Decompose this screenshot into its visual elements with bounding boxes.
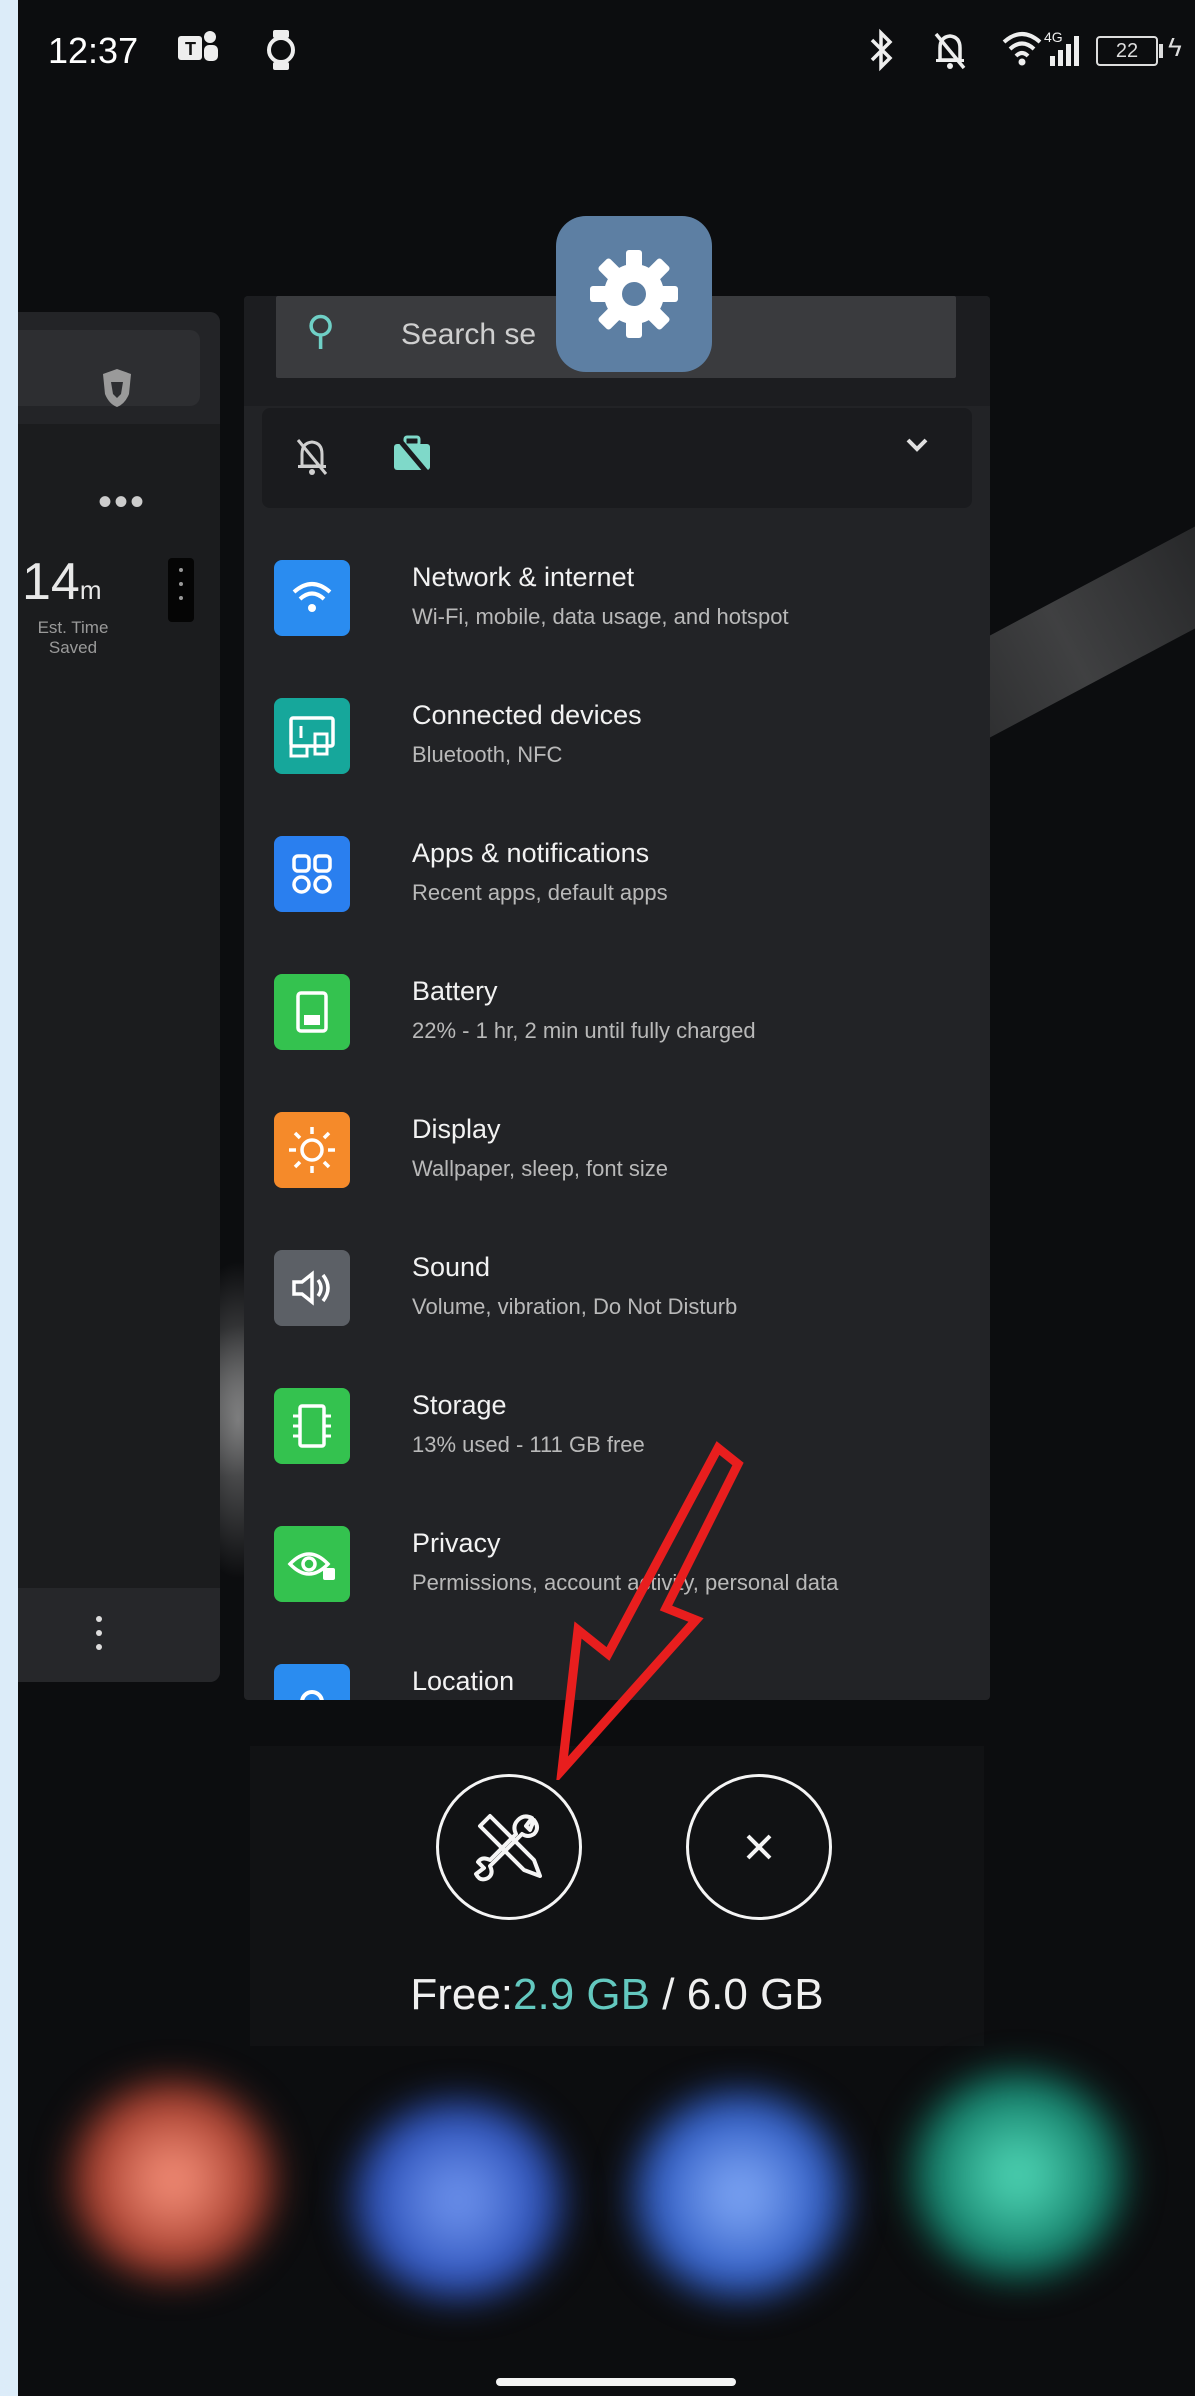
- status-clock: 12:37: [48, 30, 139, 71]
- dock-app-icon-blurred: [348, 2100, 568, 2300]
- settings-app-icon[interactable]: [556, 216, 712, 372]
- settings-item-connected-devices[interactable]: Connected devices Bluetooth, NFC: [244, 698, 990, 836]
- location-icon: [274, 1664, 350, 1700]
- recent-app-card-left[interactable]: ••• 14m Est. Time Saved: [18, 312, 220, 1682]
- battery-indicator: 22: [1096, 36, 1158, 66]
- bell-off-icon: [292, 434, 332, 488]
- speaker-icon: [274, 1250, 350, 1326]
- memory-label: Free:: [410, 1970, 514, 2019]
- work-profile-off-icon: [390, 432, 434, 486]
- dock-app-icon-blurred: [630, 2090, 850, 2300]
- chevron-down-icon[interactable]: [902, 430, 932, 469]
- item-title: Display: [412, 1114, 501, 1144]
- browser-top-bar: [18, 312, 220, 424]
- memory-separator: /: [650, 1970, 687, 2019]
- item-title: Location: [412, 1666, 515, 1696]
- item-subtitle: Wallpaper, sleep, font size: [412, 1156, 668, 1181]
- brightness-icon: [274, 1112, 350, 1188]
- settings-item-sound[interactable]: Sound Volume, vibration, Do Not Disturb: [244, 1250, 990, 1388]
- item-title: Privacy: [412, 1528, 501, 1558]
- item-subtitle: Volume, vibration, Do Not Disturb: [412, 1294, 738, 1319]
- battery-icon: [274, 974, 350, 1050]
- bluetooth-icon: [866, 28, 896, 81]
- more-vertical-icon: [168, 558, 194, 622]
- tools-icon: [474, 1814, 542, 1882]
- item-subtitle: 22% - 1 hr, 2 min until fully charged: [412, 1018, 756, 1043]
- dock-app-icon-blurred: [68, 2080, 278, 2280]
- item-title: Sound: [412, 1252, 491, 1282]
- item-subtitle: Recent apps, default apps: [412, 880, 668, 905]
- signal-4g-icon: 4G: [1044, 28, 1094, 81]
- svg-text:T: T: [185, 39, 196, 59]
- settings-item-display[interactable]: Display Wallpaper, sleep, font size: [244, 1112, 990, 1250]
- item-title: Battery: [412, 976, 498, 1006]
- home-gesture-bar[interactable]: [496, 2378, 736, 2386]
- annotation-arrow: [556, 1441, 744, 1780]
- watch-icon: [264, 28, 298, 81]
- item-subtitle: Wi-Fi, mobile, data usage, and hotspot: [412, 604, 789, 629]
- devices-icon: [274, 698, 350, 774]
- recents-screen: 12:37 T 4G 22 ϟ ••• 14m Est. Time Saved …: [18, 0, 1195, 2396]
- status-bar: 12:37 T 4G 22 ϟ: [18, 0, 1195, 105]
- time-saved-number: 14: [22, 553, 80, 611]
- browser-bottom-bar: [18, 1588, 220, 1682]
- conditions-bar[interactable]: [262, 408, 972, 508]
- wifi-status-icon: [1000, 28, 1044, 77]
- svg-text:4G: 4G: [1044, 29, 1063, 45]
- recents-control-panel: Free:2.9 GB / 6.0 GB: [250, 1746, 984, 2046]
- settings-item-apps[interactable]: Apps & notifications Recent apps, defaul…: [244, 836, 990, 974]
- overflow-menu-icon[interactable]: [94, 1616, 104, 1656]
- search-placeholder: Search se: [401, 318, 537, 351]
- charging-icon: ϟ: [1168, 32, 1182, 62]
- item-title: Apps & notifications: [412, 838, 650, 868]
- memory-free: 2.9 GB: [513, 1970, 650, 2019]
- teams-icon: T: [176, 28, 222, 77]
- address-bar: [18, 330, 200, 408]
- memory-total: 6.0 GB: [686, 1970, 824, 2019]
- wifi-icon: [274, 560, 350, 636]
- battery-tip: [1159, 44, 1163, 58]
- settings-item-network[interactable]: Network & internet Wi-Fi, mobile, data u…: [244, 560, 990, 698]
- time-saved-label: Est. Time Saved: [37, 618, 109, 657]
- item-subtitle: Bluetooth, NFC: [412, 742, 563, 767]
- item-title: Network & internet: [412, 562, 635, 592]
- item-title: Connected devices: [412, 700, 642, 730]
- apps-grid-icon: [274, 836, 350, 912]
- settings-item-battery[interactable]: Battery 22% - 1 hr, 2 min until fully ch…: [244, 974, 990, 1112]
- search-icon: ⚲: [306, 309, 336, 353]
- bell-off-icon: [930, 28, 970, 81]
- storage-icon: [274, 1388, 350, 1464]
- more-horizontal-icon: •••: [98, 480, 147, 524]
- close-icon: [746, 1834, 772, 1860]
- memory-info: Free:2.9 GB / 6.0 GB: [250, 1970, 984, 2020]
- time-saved-value: 14m: [22, 552, 102, 612]
- tools-button[interactable]: [436, 1774, 582, 1920]
- item-title: Storage: [412, 1390, 507, 1420]
- close-all-button[interactable]: [686, 1774, 832, 1920]
- dock-app-icon-blurred: [908, 2070, 1128, 2280]
- privacy-eye-icon: [274, 1526, 350, 1602]
- time-saved-unit: m: [79, 575, 102, 605]
- brave-shield-icon: [94, 366, 140, 408]
